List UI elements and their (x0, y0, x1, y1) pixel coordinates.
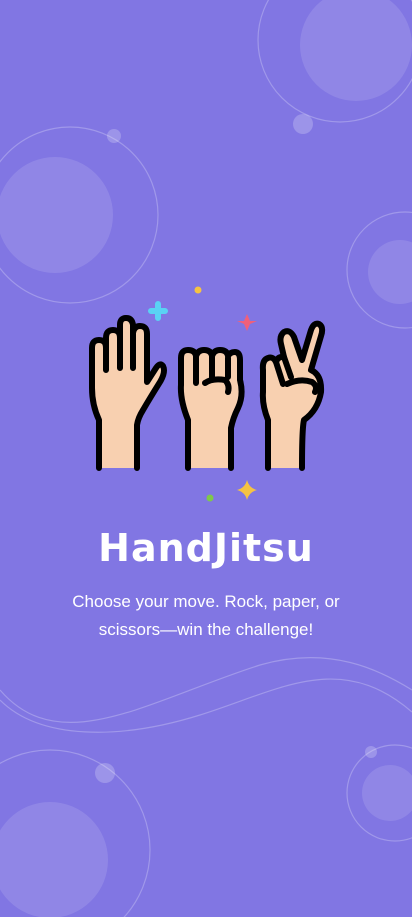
sparkle-icon (194, 286, 202, 294)
sparkle-icon (237, 480, 257, 500)
sparkle-icon (148, 301, 168, 321)
sparkle-icon (206, 494, 214, 502)
tagline: Choose your move. Rock, paper, or scisso… (72, 592, 340, 639)
hands-illustration (89, 286, 326, 502)
scissors-hand-icon (259, 320, 326, 471)
app-title: HandJitsu (98, 526, 314, 570)
paper-hand-icon (89, 315, 167, 471)
sparkle-icon (237, 314, 257, 331)
